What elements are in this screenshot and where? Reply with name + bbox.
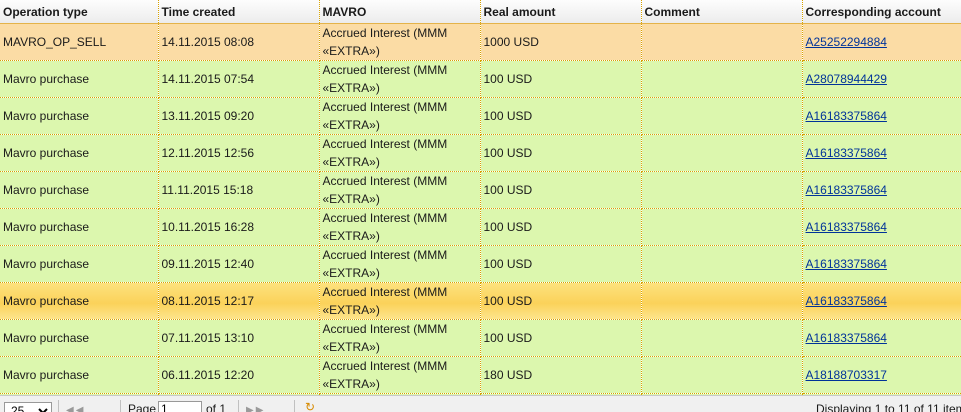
pager-divider <box>238 400 239 412</box>
table-row[interactable]: Mavro purchase 13.11.2015 09:20 Accrued In… <box>0 97 961 135</box>
cell-comment <box>641 319 803 357</box>
cell-comment <box>641 282 803 320</box>
table-row[interactable]: Mavro purchase 10.11.2015 16:28 Accrued In… <box>0 208 961 246</box>
cell-time-created: 14.11.2015 08:08 <box>158 23 320 61</box>
cell-comment <box>641 97 803 135</box>
cell-real-amount: 100 USD <box>480 60 642 98</box>
page-number-input[interactable] <box>158 401 202 412</box>
table-header-row: Operation type Time created MAVRO Real a… <box>0 0 961 24</box>
cell-time-created: 08.11.2015 12:17 <box>158 282 320 320</box>
cell-time-created: 11.11.2015 15:18 <box>158 171 320 209</box>
cell-mavro: Accrued Interest (MMM «EXTRA») <box>319 319 481 357</box>
cell-mavro: Accrued Interest (MMM «EXTRA») <box>319 23 481 61</box>
cell-operation-type: Mavro purchase <box>0 171 159 209</box>
table-row[interactable]: Mavro purchase 08.11.2015 12:17 Accrued In… <box>0 282 961 320</box>
account-link[interactable]: A16183375864 <box>806 146 887 160</box>
cell-time-created: 13.11.2015 09:20 <box>158 97 320 135</box>
account-link[interactable]: A28078944429 <box>806 72 887 86</box>
table-row[interactable]: Mavro purchase 06.11.2015 12:20 Accrued In… <box>0 356 961 394</box>
cell-mavro: Accrued Interest (MMM «EXTRA») <box>319 282 481 320</box>
account-link[interactable]: A16183375864 <box>806 109 887 123</box>
table-row[interactable]: Mavro purchase 12.11.2015 12:56 Accrued In… <box>0 134 961 172</box>
cell-corresponding-account: A25252294884 <box>802 23 961 61</box>
cell-time-created: 12.11.2015 12:56 <box>158 134 320 172</box>
cell-operation-type: Mavro purchase <box>0 134 159 172</box>
account-link[interactable]: A16183375864 <box>806 257 887 271</box>
column-header-operation-type[interactable]: Operation type <box>0 0 159 24</box>
cell-time-created: 09.11.2015 12:40 <box>158 245 320 283</box>
cell-real-amount: 100 USD <box>480 134 642 172</box>
cell-real-amount: 100 USD <box>480 208 642 246</box>
column-header-real-amount[interactable]: Real amount <box>480 0 642 24</box>
cell-operation-type: Mavro purchase <box>0 60 159 98</box>
cell-corresponding-account: A16183375864 <box>802 134 961 172</box>
cell-comment <box>641 208 803 246</box>
cell-operation-type: Mavro purchase <box>0 282 159 320</box>
cell-operation-type: Mavro purchase <box>0 208 159 246</box>
cell-corresponding-account: A16183375864 <box>802 282 961 320</box>
cell-operation-type: Mavro purchase <box>0 356 159 394</box>
cell-corresponding-account: A16183375864 <box>802 171 961 209</box>
cell-comment <box>641 171 803 209</box>
account-link[interactable]: A16183375864 <box>806 294 887 308</box>
cell-real-amount: 100 USD <box>480 97 642 135</box>
cell-operation-type: Mavro purchase <box>0 97 159 135</box>
column-header-comment[interactable]: Comment <box>641 0 803 24</box>
cell-time-created: 07.11.2015 13:10 <box>158 319 320 357</box>
table-row[interactable]: Mavro purchase 07.11.2015 13:10 Accrued In… <box>0 319 961 357</box>
cell-comment <box>641 356 803 394</box>
cell-mavro: Accrued Interest (MMM «EXTRA») <box>319 356 481 394</box>
operations-table: Operation type Time created MAVRO Real a… <box>0 0 961 395</box>
column-header-mavro[interactable]: MAVRO <box>319 0 481 24</box>
cell-mavro: Accrued Interest (MMM «EXTRA») <box>319 60 481 98</box>
cell-real-amount: 100 USD <box>480 319 642 357</box>
pager-divider <box>58 400 59 412</box>
table-row[interactable]: MAVRO_OP_SELL 14.11.2015 08:08 Accrued Int… <box>0 23 961 61</box>
cell-comment <box>641 134 803 172</box>
account-link[interactable]: A18188703317 <box>806 368 887 382</box>
account-link[interactable]: A16183375864 <box>806 183 887 197</box>
pager-divider <box>294 400 295 412</box>
cell-corresponding-account: A16183375864 <box>802 245 961 283</box>
cell-time-created: 06.11.2015 12:20 <box>158 356 320 394</box>
cell-time-created: 10.11.2015 16:28 <box>158 208 320 246</box>
cell-corresponding-account: A18188703317 <box>802 356 961 394</box>
cell-real-amount: 1000 USD <box>480 23 642 61</box>
table-row[interactable]: Mavro purchase 11.11.2015 15:18 Accrued In… <box>0 171 961 209</box>
cell-real-amount: 100 USD <box>480 282 642 320</box>
cell-operation-type: Mavro purchase <box>0 319 159 357</box>
cell-corresponding-account: A16183375864 <box>802 97 961 135</box>
refresh-icon[interactable]: ↻ <box>305 400 315 412</box>
cell-real-amount: 100 USD <box>480 171 642 209</box>
column-header-time-created[interactable]: Time created <box>158 0 320 24</box>
table-row[interactable]: Mavro purchase 14.11.2015 07:54 Accrued In… <box>0 60 961 98</box>
cell-corresponding-account: A16183375864 <box>802 208 961 246</box>
cell-mavro: Accrued Interest (MMM «EXTRA») <box>319 171 481 209</box>
cell-time-created: 14.11.2015 07:54 <box>158 60 320 98</box>
cell-mavro: Accrued Interest (MMM «EXTRA») <box>319 134 481 172</box>
pagination-bar: 25 ◀◀ Page of 1 ▶▶ ↻ Displaying 1 to 11 … <box>0 395 961 412</box>
account-link[interactable]: A16183375864 <box>806 220 887 234</box>
column-header-corresponding-account[interactable]: Corresponding account <box>802 0 961 24</box>
operations-grid: Operation type Time created MAVRO Real a… <box>0 0 961 395</box>
cell-operation-type: MAVRO_OP_SELL <box>0 23 159 61</box>
account-link[interactable]: A16183375864 <box>806 331 887 345</box>
table-row[interactable]: Mavro purchase 09.11.2015 12:40 Accrued In… <box>0 245 961 283</box>
cell-mavro: Accrued Interest (MMM «EXTRA») <box>319 208 481 246</box>
cell-mavro: Accrued Interest (MMM «EXTRA») <box>319 245 481 283</box>
cell-operation-type: Mavro purchase <box>0 245 159 283</box>
pager-divider <box>120 400 121 412</box>
cell-corresponding-account: A28078944429 <box>802 60 961 98</box>
cell-comment <box>641 23 803 61</box>
cell-comment <box>641 60 803 98</box>
cell-real-amount: 100 USD <box>480 245 642 283</box>
cell-comment <box>641 245 803 283</box>
cell-corresponding-account: A16183375864 <box>802 319 961 357</box>
account-link[interactable]: A25252294884 <box>806 35 887 49</box>
cell-real-amount: 180 USD <box>480 356 642 394</box>
cell-mavro: Accrued Interest (MMM «EXTRA») <box>319 97 481 135</box>
